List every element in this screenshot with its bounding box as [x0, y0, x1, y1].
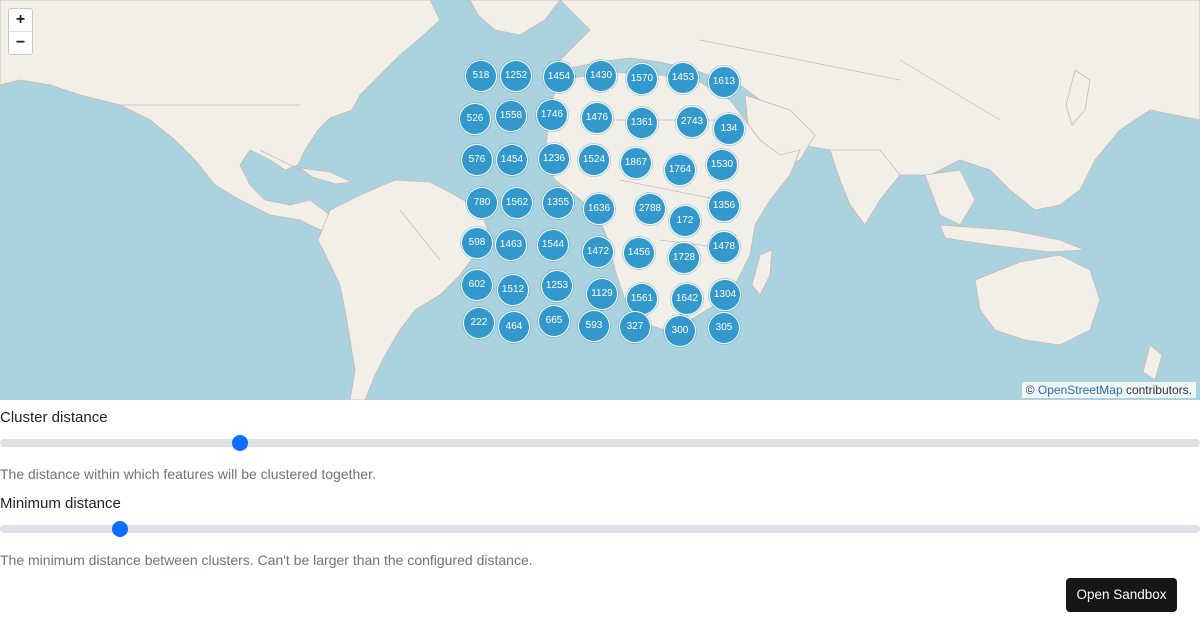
cluster-marker[interactable]: 526 — [459, 103, 491, 135]
cluster-marker[interactable]: 172 — [669, 205, 701, 237]
cluster-marker[interactable]: 1463 — [495, 229, 527, 261]
zoom-in-button[interactable]: + — [9, 9, 32, 31]
cluster-marker[interactable]: 1524 — [578, 144, 610, 176]
cluster-marker[interactable]: 1356 — [708, 190, 740, 222]
zoom-out-button[interactable]: − — [9, 31, 32, 54]
cluster-marker[interactable]: 327 — [619, 311, 651, 343]
map-attribution: © OpenStreetMap contributors. — [1021, 382, 1196, 398]
cluster-marker[interactable]: 1636 — [583, 193, 615, 225]
cluster-marker[interactable]: 1478 — [708, 231, 740, 263]
cluster-marker[interactable]: 1867 — [620, 147, 652, 179]
caribbean-islands — [298, 167, 354, 185]
cluster-marker[interactable]: 1236 — [538, 143, 570, 175]
cluster-marker[interactable]: 518 — [465, 60, 497, 92]
cluster-marker[interactable]: 1558 — [495, 100, 527, 132]
cluster-marker[interactable]: 1361 — [626, 107, 658, 139]
india-landmass — [829, 149, 901, 226]
madagascar-landmass — [751, 249, 773, 296]
cluster-marker[interactable]: 134 — [713, 113, 745, 145]
cluster-distance-slider[interactable] — [0, 435, 1200, 451]
australia-landmass — [974, 254, 1101, 346]
cluster-marker[interactable]: 576 — [461, 144, 493, 176]
cluster-distance-label: Cluster distance — [0, 409, 108, 426]
cluster-marker[interactable]: 1472 — [582, 236, 614, 268]
indonesia-islands — [939, 224, 1086, 253]
cluster-marker[interactable]: 464 — [498, 311, 530, 343]
cluster-marker[interactable]: 1454 — [496, 144, 528, 176]
cluster-marker[interactable]: 1728 — [668, 242, 700, 274]
cluster-marker[interactable]: 665 — [538, 305, 570, 337]
cluster-marker[interactable]: 1764 — [664, 154, 696, 186]
minimum-distance-help: The minimum distance between clusters. C… — [0, 552, 533, 568]
minimum-distance-slider[interactable] — [0, 521, 1200, 537]
cluster-marker[interactable]: 780 — [466, 187, 498, 219]
cluster-marker[interactable]: 1561 — [626, 283, 658, 315]
cluster-marker[interactable]: 1430 — [585, 60, 617, 92]
openstreetmap-link[interactable]: OpenStreetMap — [1038, 383, 1123, 397]
cluster-marker[interactable]: 1544 — [537, 229, 569, 261]
southeast-asia-landmass — [924, 169, 976, 226]
cluster-marker[interactable]: 1252 — [500, 60, 532, 92]
cluster-marker[interactable]: 1530 — [706, 149, 738, 181]
minimum-distance-slider-thumb[interactable] — [112, 521, 128, 537]
map[interactable]: 518 1252 1454 1430 1570 1453 1613 526 1558 1746 14… — [0, 0, 1200, 400]
cluster-marker[interactable]: 300 — [664, 315, 696, 347]
cluster-marker[interactable]: 1476 — [581, 102, 613, 134]
cluster-marker[interactable]: 1304 — [709, 279, 741, 311]
cluster-marker[interactable]: 598 — [461, 227, 493, 259]
cluster-marker[interactable]: 1454 — [543, 61, 575, 93]
attribution-suffix: contributors. — [1122, 383, 1192, 397]
attribution-prefix: © — [1025, 383, 1038, 397]
cluster-marker[interactable]: 2743 — [676, 106, 708, 138]
cluster-marker[interactable]: 602 — [461, 269, 493, 301]
cluster-marker[interactable]: 1512 — [497, 274, 529, 306]
zoom-control: + − — [8, 8, 33, 55]
cluster-marker[interactable]: 1456 — [623, 237, 655, 269]
cluster-marker[interactable]: 1746 — [536, 99, 568, 131]
open-sandbox-button[interactable]: Open Sandbox — [1066, 578, 1177, 612]
cluster-marker[interactable]: 2788 — [634, 193, 666, 225]
cluster-marker[interactable]: 593 — [578, 310, 610, 342]
cluster-marker[interactable]: 1453 — [667, 62, 699, 94]
cluster-marker[interactable]: 1613 — [708, 66, 740, 98]
cluster-marker[interactable]: 222 — [463, 307, 495, 339]
cluster-marker[interactable]: 1570 — [626, 63, 658, 95]
cluster-marker[interactable]: 1253 — [541, 270, 573, 302]
minimum-distance-label: Minimum distance — [0, 495, 121, 512]
cluster-marker[interactable]: 1129 — [586, 278, 618, 310]
cluster-distance-slider-thumb[interactable] — [232, 435, 248, 451]
cluster-marker[interactable]: 1562 — [501, 187, 533, 219]
new-zealand-landmass — [1142, 344, 1163, 381]
cluster-marker[interactable]: 305 — [708, 312, 740, 344]
greenland-landmass — [469, 0, 561, 36]
cluster-marker[interactable]: 1642 — [671, 283, 703, 315]
cluster-distance-help: The distance within which features will … — [0, 466, 376, 482]
cluster-marker[interactable]: 1355 — [542, 187, 574, 219]
